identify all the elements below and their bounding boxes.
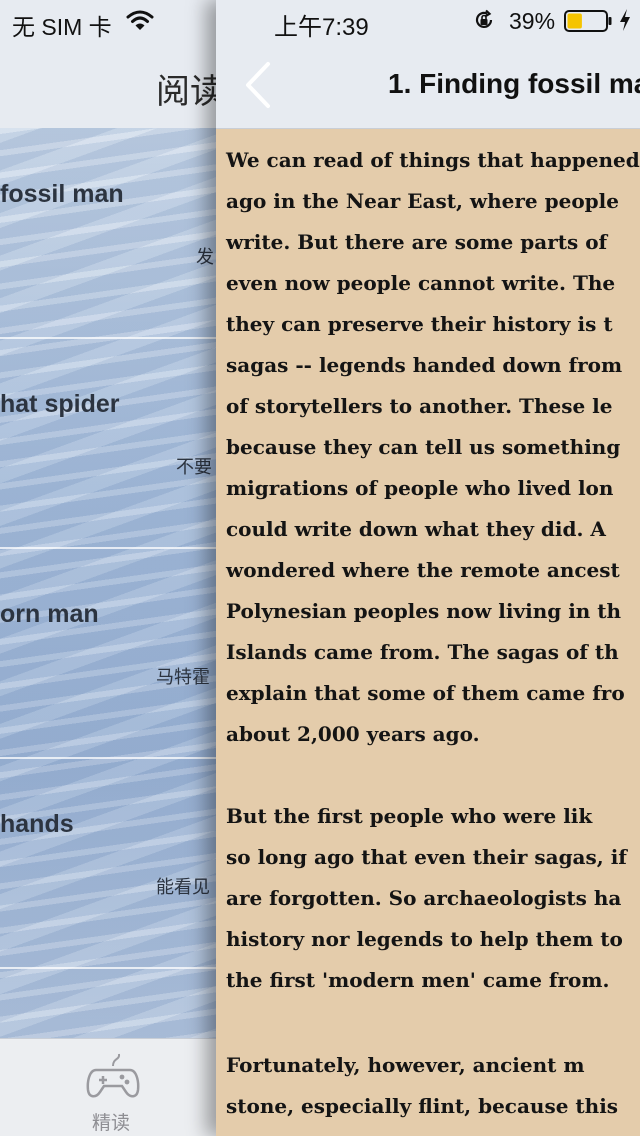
article-line: could write down what they did. A: [226, 517, 606, 541]
list-item-subtitle: 马特霍: [156, 667, 210, 687]
article-line: are forgotten. So archaeologists ha: [226, 886, 622, 910]
charging-bolt-icon: [620, 9, 630, 31]
article-line: migrations of people who lived lon: [226, 476, 614, 500]
article-line: of storytellers to another. These le: [226, 394, 613, 418]
reader-title: 1. Finding fossil man: [388, 68, 640, 99]
article-line: because they can tell us something: [226, 435, 621, 459]
article-line: so long ago that even their sagas, if: [226, 845, 627, 869]
list-title: 阅读: [156, 73, 224, 111]
article-line: Islands came from. The sagas of th: [226, 640, 619, 664]
gamepad-icon[interactable]: [86, 1052, 140, 1100]
article-line: explain that some of them came fro: [226, 681, 625, 705]
battery-icon: [564, 10, 612, 32]
list-item-title: hat spider: [0, 390, 120, 418]
status-bar: 无 SIM 卡 上午7:39 39%: [0, 0, 640, 41]
back-chevron-icon[interactable]: [240, 58, 280, 112]
clock: 上午7:39: [274, 14, 369, 41]
wifi-icon: [126, 10, 154, 30]
list-item-title: fossil man: [0, 180, 124, 208]
carrier-label: 无 SIM 卡: [12, 14, 112, 40]
tab-label[interactable]: 精读: [92, 1108, 130, 1135]
article-line: even now people cannot write. The: [226, 271, 616, 295]
article-line: about 2,000 years ago.: [226, 722, 480, 746]
list-item-title: hands: [0, 810, 74, 838]
rotation-lock-icon: [475, 9, 493, 29]
article-line: Fortunately, however, ancient m: [226, 1053, 585, 1077]
article-line: they can preserve their history is t: [226, 312, 613, 336]
article-line: Polynesian peoples now living in th: [226, 599, 622, 623]
list-item-subtitle: 能看见: [156, 877, 210, 897]
article-line: stone, especially flint, because this: [226, 1094, 619, 1118]
article-line: history nor legends to help them to: [226, 927, 623, 951]
list-item-subtitle: 发: [196, 247, 214, 267]
battery-percent: 39%: [509, 8, 556, 34]
reader-screen: 1. Finding fossil man We can read of thi…: [216, 0, 640, 1136]
article-line: ago in the Near East, where people: [226, 189, 619, 213]
article-line: sagas -- legends handed down from: [226, 353, 623, 377]
article-line: write. But there are some parts of: [226, 230, 608, 254]
article-line: We can read of things that happened: [226, 148, 640, 172]
article-line: But the first people who were lik: [226, 804, 593, 828]
article-line: wondered where the remote ancest: [226, 558, 620, 582]
list-item-title: orn man: [0, 600, 99, 628]
list-item-subtitle: 不要: [176, 457, 212, 477]
article-line: the first 'modern men' came from.: [226, 968, 610, 992]
